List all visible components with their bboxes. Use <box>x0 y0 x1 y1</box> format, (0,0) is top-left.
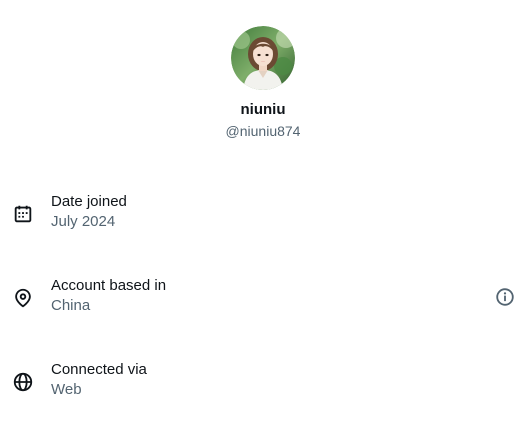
user-handle: @niuniu874 <box>225 123 301 139</box>
profile-header: niuniu @niuniu874 <box>0 26 526 140</box>
avatar[interactable] <box>231 26 295 90</box>
info-icon[interactable] <box>494 286 516 308</box>
row-label: Account based in <box>51 277 167 294</box>
date-joined-row: Date joined July 2024 <box>0 192 526 236</box>
display-name: niuniu <box>240 101 286 118</box>
calendar-icon <box>14 205 32 223</box>
row-value: China <box>51 297 91 314</box>
row-value: Web <box>51 381 82 398</box>
location-pin-icon <box>15 288 31 308</box>
globe-icon <box>13 372 33 392</box>
account-based-in-text: Account based in China <box>51 276 166 316</box>
row-label: Date joined <box>51 193 127 210</box>
connected-via-text: Connected via Web <box>51 360 147 400</box>
account-info-page: niuniu @niuniu874 Date joined July 2024 … <box>0 0 526 428</box>
account-based-in-row: Account based in China <box>0 276 526 320</box>
row-label: Connected via <box>51 361 147 378</box>
connected-via-row: Connected via Web <box>0 360 526 404</box>
row-value: July 2024 <box>51 213 116 230</box>
date-joined-text: Date joined July 2024 <box>51 192 127 232</box>
